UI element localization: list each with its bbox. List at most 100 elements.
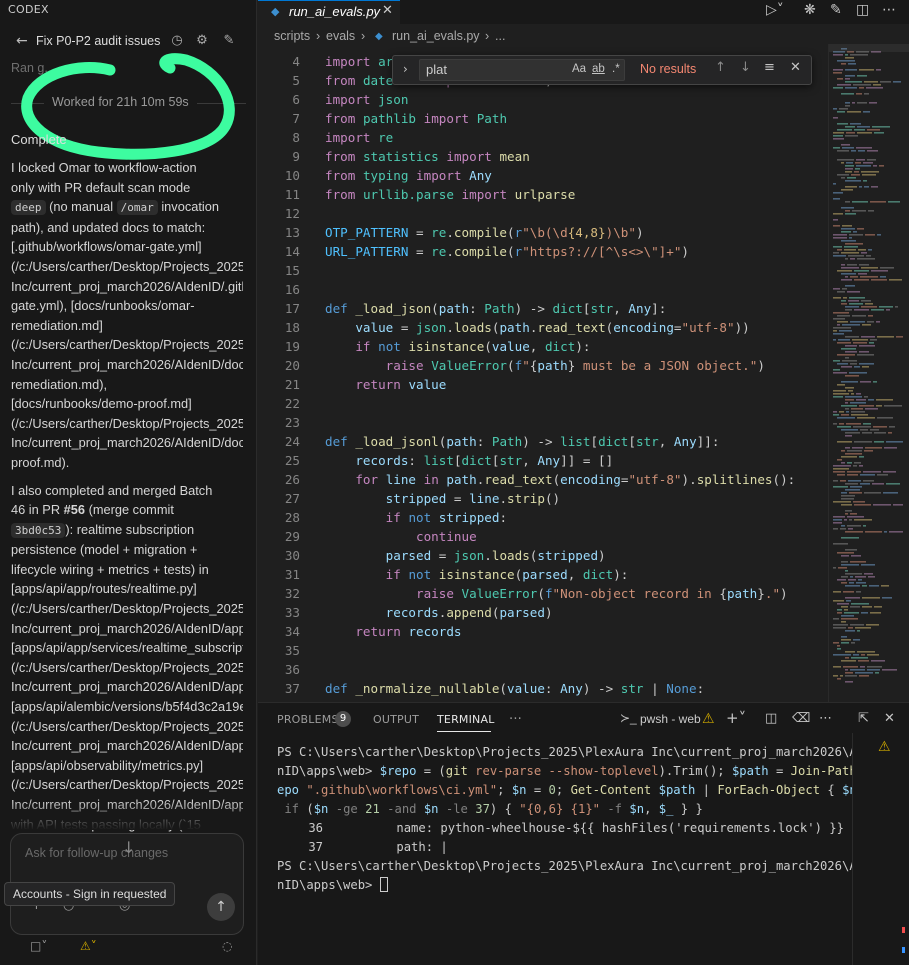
minimap-line: [889, 279, 902, 281]
minimap-line: [876, 321, 880, 323]
tab-run-ai-evals[interactable]: ◆ run_ai_evals.py ✕: [258, 0, 400, 24]
gear-icon[interactable]: ⚙: [193, 32, 211, 50]
minimap-line: [845, 549, 857, 551]
minimap-line: [877, 474, 888, 476]
minimap[interactable]: [828, 44, 909, 702]
minimap-line: [863, 525, 866, 527]
minimap-line: [846, 600, 851, 602]
split-terminal-icon[interactable]: ◫: [765, 711, 777, 726]
more-actions-icon[interactable]: ⋯: [819, 711, 832, 726]
file-link[interactable]: [apps/api/app/routes/realtime.py]: [11, 579, 243, 599]
minimap-line: [843, 666, 858, 668]
message-text: invocation: [161, 199, 219, 215]
match-word-toggle[interactable]: ab: [592, 63, 605, 75]
warning-badge-icon[interactable]: ⚠˅: [80, 939, 97, 953]
more-actions-icon[interactable]: ⋯: [882, 2, 896, 18]
minimap-line: [848, 579, 856, 581]
regex-toggle[interactable]: .*: [612, 63, 620, 75]
minimap-line: [859, 675, 869, 677]
chevron-right-icon[interactable]: ›: [403, 62, 408, 76]
minimap-line: [837, 645, 840, 647]
message-line: Inc/current_proj_march2026/AIdenID/apps/…: [11, 738, 243, 754]
new-chat-icon[interactable]: ✎: [220, 32, 238, 50]
edit-pencil-icon[interactable]: ✎: [830, 2, 842, 18]
minimap-line: [861, 564, 875, 566]
split-editor-icon[interactable]: ◫: [856, 2, 869, 18]
file-link[interactable]: [docs/runbooks/demo-proof.md]: [11, 394, 243, 414]
minimap-line: [860, 276, 878, 278]
close-icon[interactable]: ✕: [790, 60, 801, 75]
tab-problems[interactable]: PROBLEMS: [277, 713, 339, 726]
minimap-line: [868, 399, 874, 401]
file-link[interactable]: [apps/api/app/services/realtime_subscrip…: [11, 638, 243, 658]
close-icon[interactable]: ✕: [382, 3, 393, 18]
terminal-output[interactable]: PS C:\Users\carther\Desktop\Projects_202…: [277, 743, 852, 895]
minimap-line: [852, 210, 866, 212]
code-editor[interactable]: 4import ar 5from datetime import datetim…: [258, 54, 828, 702]
next-match-icon[interactable]: ↓: [740, 60, 751, 75]
previous-match-icon[interactable]: ↑: [715, 60, 726, 75]
minimap-line: [867, 150, 878, 152]
breadcrumb-item[interactable]: evals: [326, 29, 355, 43]
scroll-down-icon[interactable]: ↓: [122, 838, 135, 857]
minimap-line: [856, 159, 865, 161]
minimap-line: [845, 675, 857, 677]
find-in-selection-icon[interactable]: ≡: [764, 60, 775, 75]
minimap-line: [841, 618, 858, 620]
minimap-line: [845, 483, 858, 485]
minimap-line: [855, 672, 873, 674]
minimap-line: [859, 405, 874, 407]
minimap-line: [862, 597, 880, 599]
minimap-line: [868, 576, 875, 578]
minimap-line: [879, 165, 884, 167]
run-icon[interactable]: ▷˅: [766, 2, 784, 18]
minimap-line: [861, 306, 877, 308]
minimap-line: [841, 252, 859, 254]
message-text: (merge commit: [88, 502, 174, 518]
minimap-line: [889, 426, 895, 428]
minimap-line: [853, 84, 871, 86]
more-tabs-icon[interactable]: ...: [509, 708, 522, 723]
minimap-line: [837, 84, 851, 86]
back-arrow-icon[interactable]: ←: [16, 33, 28, 49]
breadcrumb-item[interactable]: scripts: [274, 29, 310, 43]
minimap-slider[interactable]: [829, 44, 909, 52]
new-terminal-icon[interactable]: +˅: [726, 709, 746, 727]
minimap-line: [841, 564, 859, 566]
terminal-icon: ≻_: [620, 711, 637, 725]
file-link[interactable]: [apps/api/observability/metrics.py]: [11, 756, 243, 776]
match-case-toggle[interactable]: Aa: [572, 63, 586, 75]
minimap-line: [883, 492, 898, 494]
minimap-line: [845, 186, 857, 188]
minimap-line: [855, 627, 871, 629]
openai-icon[interactable]: ❋: [804, 2, 816, 18]
minimap-line: [845, 102, 850, 104]
send-button[interactable]: ↑: [207, 893, 235, 921]
file-link[interactable]: [apps/api/alembic/versions/b5f4d3c2a19e.…: [11, 697, 243, 717]
tab-terminal[interactable]: TERMINAL: [437, 713, 495, 726]
maximize-panel-icon[interactable]: ⇱: [858, 711, 869, 726]
warning-icon[interactable]: ⚠: [878, 739, 891, 755]
minimap-preview: [833, 48, 903, 683]
minimap-line: [886, 483, 900, 485]
minimap-line: [833, 627, 846, 629]
file-link[interactable]: gate.yml), [docs/runbooks/omar-: [11, 296, 243, 316]
tab-output[interactable]: OUTPUT: [373, 713, 419, 726]
pr-link[interactable]: #56: [64, 502, 85, 517]
minimap-line: [851, 642, 855, 644]
minimap-line: [860, 483, 870, 485]
find-input[interactable]: [426, 62, 566, 77]
history-icon[interactable]: ◷: [168, 32, 186, 50]
laptop-icon[interactable]: □˅: [30, 939, 47, 953]
breadcrumb-item[interactable]: ...: [495, 29, 505, 43]
minimap-line: [849, 492, 862, 494]
breadcrumb-item[interactable]: run_ai_evals.py: [392, 29, 480, 43]
file-link[interactable]: [.github/workflows/omar-gate.yml]: [11, 237, 243, 257]
message-line: remediation.md),: [11, 376, 108, 392]
minimap-line: [833, 237, 847, 239]
info-marker: [902, 947, 905, 953]
close-panel-icon[interactable]: ✕: [884, 711, 895, 726]
minimap-line: [841, 492, 847, 494]
minimap-line: [863, 111, 870, 113]
trash-icon[interactable]: ⌫: [792, 711, 810, 726]
